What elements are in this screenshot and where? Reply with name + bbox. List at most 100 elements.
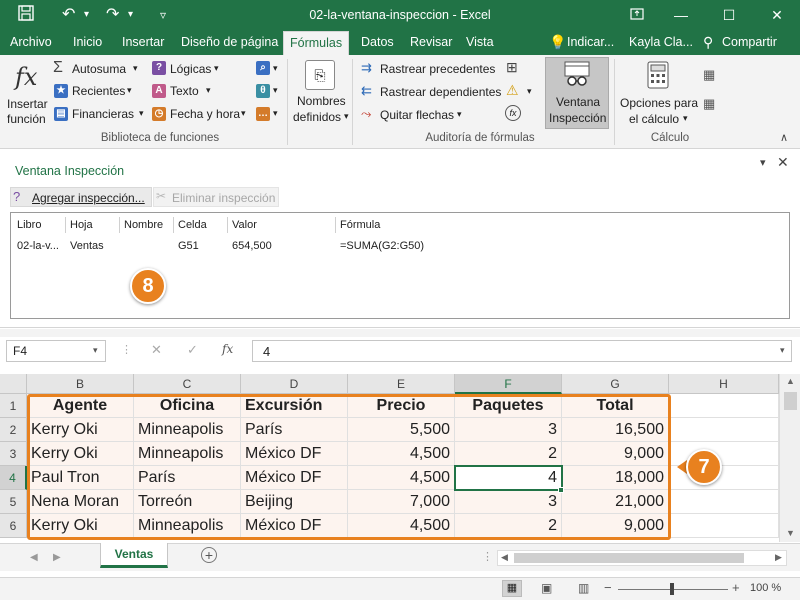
trace-precedents-icon[interactable]: ⇉	[361, 60, 372, 76]
empty-cell[interactable]	[669, 418, 779, 442]
vertical-scrollbar[interactable]: ▲ ▼	[779, 374, 800, 542]
row-header-2[interactable]: 2	[0, 418, 27, 442]
glasses-icon[interactable]	[563, 61, 591, 87]
panel-options-icon[interactable]: ▾	[760, 156, 766, 169]
page-layout-view-icon[interactable]: ▣	[541, 581, 552, 595]
remove-arrows-icon[interactable]: ⤳	[361, 106, 371, 122]
chevron-down-icon[interactable]: ▾	[93, 345, 98, 356]
watch-window-label[interactable]: Ventana	[556, 95, 600, 109]
empty-cell[interactable]	[669, 394, 779, 418]
scroll-thumb[interactable]	[784, 392, 797, 410]
insert-function-label-2[interactable]: función	[7, 112, 46, 126]
select-all-corner[interactable]	[0, 374, 27, 394]
watch-row-valor[interactable]: 654,500	[232, 240, 272, 252]
page-break-view-icon[interactable]: ▥	[578, 581, 589, 595]
watch-list[interactable]: Libro Hoja Nombre Celda Valor Fórmula 02…	[10, 212, 790, 319]
col-header-d[interactable]: D	[241, 374, 348, 394]
expand-formula-icon[interactable]: ▾	[780, 345, 785, 356]
add-sheet-icon[interactable]: +	[201, 547, 217, 563]
text-button[interactable]: Texto	[170, 84, 199, 98]
user-name[interactable]: Kayla Cla...	[627, 31, 695, 55]
scroll-down-icon[interactable]: ▼	[786, 528, 795, 538]
cancel-icon[interactable]: ✕	[151, 342, 162, 358]
row-header-4[interactable]: 4	[0, 466, 27, 490]
fx-icon[interactable]: fx	[15, 63, 37, 91]
tab-datos[interactable]: Datos	[359, 31, 396, 55]
name-box[interactable]: F4 ▾	[6, 340, 106, 362]
calc-options-label-2[interactable]: el cálculo	[629, 112, 679, 126]
calculate-now-icon[interactable]: ▦	[703, 67, 715, 83]
trace-dependents-button[interactable]: Rastrear dependientes	[380, 85, 501, 99]
chevron-down-icon[interactable]: ▾	[133, 63, 138, 74]
chevron-down-icon[interactable]: ▾	[527, 86, 532, 97]
empty-cell[interactable]	[669, 490, 779, 514]
datetime-button[interactable]: Fecha y hora	[170, 107, 240, 121]
chevron-down-icon[interactable]: ▾	[344, 111, 349, 122]
autosum-button[interactable]: Autosuma	[72, 62, 126, 76]
watch-row-libro[interactable]: 02-la-v...	[17, 240, 59, 252]
col-libro[interactable]: Libro	[17, 219, 41, 231]
recent-button[interactable]: Recientes	[72, 84, 125, 98]
math-icon[interactable]: θ	[256, 84, 270, 98]
book-icon[interactable]: ▤	[54, 107, 68, 121]
show-formulas-icon[interactable]: ⊞	[506, 59, 518, 76]
col-nombre[interactable]: Nombre	[124, 219, 163, 231]
formula-input[interactable]: 4 ▾	[252, 340, 792, 362]
watch-row-formula[interactable]: =SUMA(G2:G50)	[340, 240, 424, 252]
enter-icon[interactable]: ✓	[187, 342, 198, 358]
col-header-f[interactable]: F	[455, 374, 562, 394]
tab-archivo[interactable]: Archivo	[8, 31, 54, 55]
zoom-out-icon[interactable]: −	[604, 580, 612, 595]
insert-function-label[interactable]: Insertar	[7, 97, 48, 111]
row-header-1[interactable]: 1	[0, 394, 27, 418]
scroll-up-icon[interactable]: ▲	[786, 376, 795, 386]
tag-icon[interactable]: ⎘	[305, 60, 335, 90]
clock-icon[interactable]: ◷	[152, 107, 166, 121]
col-formula[interactable]: Fórmula	[340, 219, 380, 231]
sigma-icon[interactable]: Σ	[53, 59, 63, 77]
logical-button[interactable]: Lógicas	[170, 62, 211, 76]
chevron-down-icon[interactable]: ▾	[273, 85, 278, 96]
calculator-icon[interactable]	[647, 61, 669, 89]
close-panel-icon[interactable]: ✕	[777, 154, 789, 171]
watch-window-label-2[interactable]: Inspección	[549, 111, 606, 125]
tell-me-box[interactable]: Indicar...	[565, 31, 616, 55]
row-header-3[interactable]: 3	[0, 442, 27, 466]
scroll-left-icon[interactable]: ◀	[501, 552, 508, 563]
close-icon[interactable]: ✕	[762, 4, 792, 26]
watch-row-hoja[interactable]: Ventas	[70, 240, 104, 252]
zoom-level[interactable]: 100 %	[750, 582, 781, 594]
chevron-down-icon[interactable]: ▾	[457, 109, 462, 120]
chevron-down-icon[interactable]: ▾	[206, 85, 211, 96]
defined-names-label-2[interactable]: definidos	[293, 110, 341, 124]
col-celda[interactable]: Celda	[178, 219, 207, 231]
tab-vista[interactable]: Vista	[464, 31, 496, 55]
next-sheet-icon[interactable]: ▶	[53, 552, 61, 563]
h-scroll-thumb[interactable]	[514, 553, 744, 563]
tab-insertar[interactable]: Insertar	[120, 31, 166, 55]
row-header-6[interactable]: 6	[0, 514, 27, 538]
chevron-down-icon[interactable]: ▾	[273, 108, 278, 119]
sheet-tab-ventas[interactable]: Ventas	[100, 543, 168, 568]
error-checking-icon[interactable]: ⚠	[506, 82, 519, 99]
col-header-h[interactable]: H	[669, 374, 779, 394]
col-header-c[interactable]: C	[134, 374, 241, 394]
chevron-down-icon[interactable]: ▾	[127, 85, 132, 96]
scroll-right-icon[interactable]: ▶	[775, 552, 782, 563]
remove-arrows-button[interactable]: Quitar flechas	[380, 108, 454, 122]
defined-names-label[interactable]: Nombres	[297, 94, 346, 108]
insert-function-icon[interactable]: fx	[222, 342, 233, 356]
trace-precedents-button[interactable]: Rastrear precedentes	[380, 62, 495, 76]
col-valor[interactable]: Valor	[232, 219, 257, 231]
calc-options-label[interactable]: Opciones para	[620, 96, 698, 110]
chevron-down-icon[interactable]: ▾	[241, 108, 246, 119]
tab-inicio[interactable]: Inicio	[71, 31, 104, 55]
col-hoja[interactable]: Hoja	[70, 219, 93, 231]
normal-view-icon[interactable]: ▦	[502, 580, 522, 597]
zoom-in-icon[interactable]: +	[732, 580, 740, 595]
maximize-icon[interactable]: ☐	[714, 4, 744, 26]
empty-cell[interactable]	[669, 514, 779, 538]
book-icon[interactable]: A	[152, 84, 166, 98]
row-header-5[interactable]: 5	[0, 490, 27, 514]
share-button[interactable]: Compartir	[720, 31, 779, 55]
